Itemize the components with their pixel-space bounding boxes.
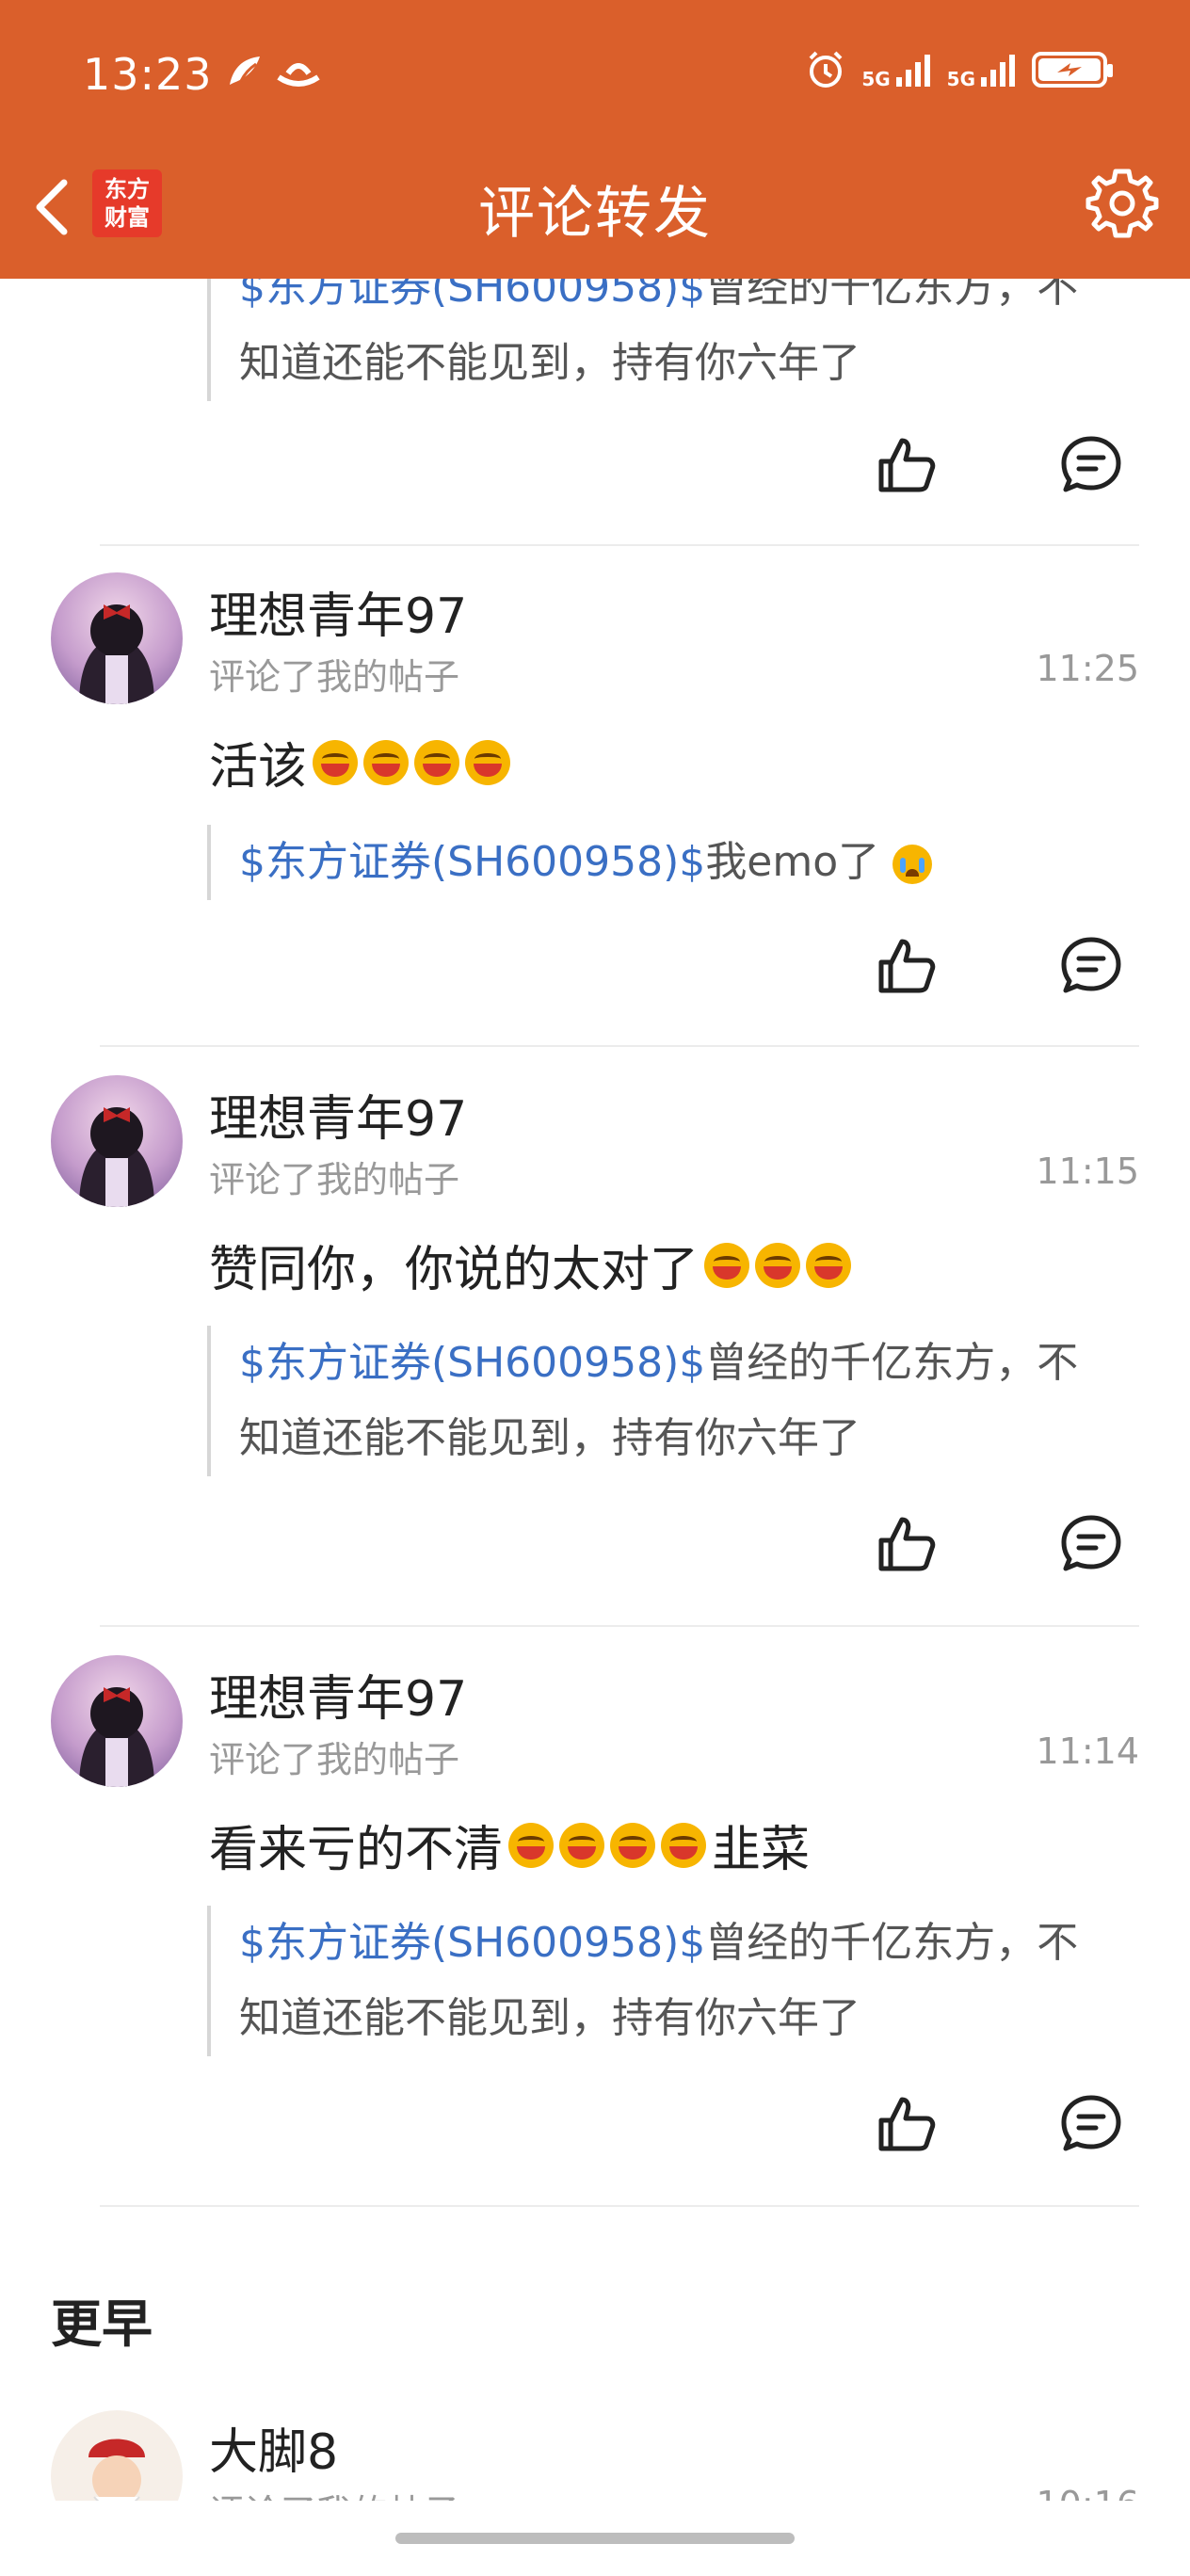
app-header: 13:23 5G 5G 东方 财富 评论转发 xyxy=(0,0,1190,279)
comment-feed[interactable]: $东方证券(SH600958)$曾经的千亿东方，不 知道还能不能见到，持有你六年… xyxy=(0,279,1190,2501)
laughing-emoji-icon xyxy=(465,739,511,785)
comment-text: 活该 xyxy=(209,727,511,797)
like-thumbs-up-icon[interactable] xyxy=(874,932,940,998)
app-notification-icon xyxy=(230,56,260,85)
username[interactable]: 大脚8 xyxy=(209,2412,338,2483)
page-title: 评论转发 xyxy=(478,181,712,247)
like-thumbs-up-icon[interactable] xyxy=(874,431,940,497)
comment-text: 看来亏的不清 韭菜 xyxy=(209,1822,811,1878)
quoted-post[interactable]: $东方证券(SH600958)$曾经的千亿东方，不 知道还能不能见到，持有你六年… xyxy=(207,1326,1175,1476)
laughing-emoji-icon xyxy=(755,1242,801,1288)
quoted-post[interactable]: $东方证券(SH600958)$我emo了 xyxy=(207,825,1175,900)
status-time: 13:23 xyxy=(83,49,213,100)
stock-tag[interactable]: $东方证券(SH600958)$ xyxy=(239,1339,705,1387)
action-bar xyxy=(874,2090,1124,2156)
laughing-emoji-icon xyxy=(610,1822,656,1868)
laughing-emoji-icon xyxy=(704,1242,750,1288)
avatar[interactable] xyxy=(51,1075,183,1207)
crying-emoji-icon xyxy=(892,845,933,884)
laughing-emoji-icon xyxy=(414,739,460,785)
comment-bubble-icon[interactable] xyxy=(1058,1510,1124,1576)
laughing-emoji-icon xyxy=(559,1822,605,1868)
timestamp: 11:25 xyxy=(1036,648,1139,689)
stock-tag[interactable]: $东方证券(SH600958)$ xyxy=(239,1919,705,1967)
action-bar xyxy=(874,1510,1124,1576)
timestamp: 11:14 xyxy=(1036,1731,1139,1772)
app-notification-icon xyxy=(277,63,320,87)
stock-tag[interactable]: $东方证券(SH600958)$ xyxy=(239,838,705,886)
avatar[interactable] xyxy=(51,1655,183,1787)
timestamp: 11:15 xyxy=(1036,1151,1139,1192)
avatar[interactable] xyxy=(51,2410,183,2501)
battery-icon xyxy=(1032,52,1113,88)
username[interactable]: 理想青年97 xyxy=(209,1079,467,1150)
action-bar xyxy=(874,932,1124,998)
home-indicator[interactable] xyxy=(395,2533,795,2544)
comment-bubble-icon[interactable] xyxy=(1058,932,1124,998)
quoted-post[interactable]: $东方证券(SH600958)$曾经的千亿东方，不 知道还能不能见到，持有你六年… xyxy=(207,1906,1175,2056)
timestamp: 10:16 xyxy=(1036,2484,1139,2501)
activity-subtitle: 评论了我的帖子 xyxy=(209,1159,460,1200)
comment-bubble-icon[interactable] xyxy=(1058,431,1124,497)
settings-gear-icon[interactable] xyxy=(1083,166,1162,245)
username[interactable]: 理想青年97 xyxy=(209,1659,467,1730)
laughing-emoji-icon xyxy=(313,739,359,785)
divider xyxy=(100,544,1139,546)
laughing-emoji-icon xyxy=(363,739,410,785)
divider xyxy=(100,1045,1139,1047)
activity-subtitle: 评论了我的帖子 xyxy=(209,2484,459,2501)
status-indicators: 5G 5G xyxy=(805,49,1113,90)
like-thumbs-up-icon[interactable] xyxy=(874,1510,940,1576)
divider xyxy=(100,1625,1139,1627)
signal-icon: 5G xyxy=(947,51,1017,89)
activity-subtitle: 评论了我的帖子 xyxy=(209,656,460,698)
username[interactable]: 理想青年97 xyxy=(209,576,467,647)
laughing-emoji-icon xyxy=(806,1242,852,1288)
laughing-emoji-icon xyxy=(508,1822,555,1868)
like-thumbs-up-icon[interactable] xyxy=(874,2090,940,2156)
section-title-earlier: 更早 xyxy=(51,2294,153,2354)
divider xyxy=(100,2205,1139,2207)
action-bar xyxy=(874,431,1124,497)
notification-icons xyxy=(224,53,322,90)
avatar[interactable] xyxy=(51,572,183,704)
comment-text: 赞同你，你说的太对了 xyxy=(209,1230,852,1300)
signal-icon: 5G xyxy=(861,51,931,89)
quoted-post[interactable]: $东方证券(SH600958)$曾经的千亿东方，不 知道还能不能见到，持有你六年… xyxy=(207,279,1175,401)
laughing-emoji-icon xyxy=(661,1822,707,1868)
activity-subtitle: 评论了我的帖子 xyxy=(209,1739,460,1780)
alarm-icon xyxy=(809,51,843,88)
stock-tag[interactable]: $东方证券(SH600958)$ xyxy=(239,279,705,312)
comment-bubble-icon[interactable] xyxy=(1058,2090,1124,2156)
